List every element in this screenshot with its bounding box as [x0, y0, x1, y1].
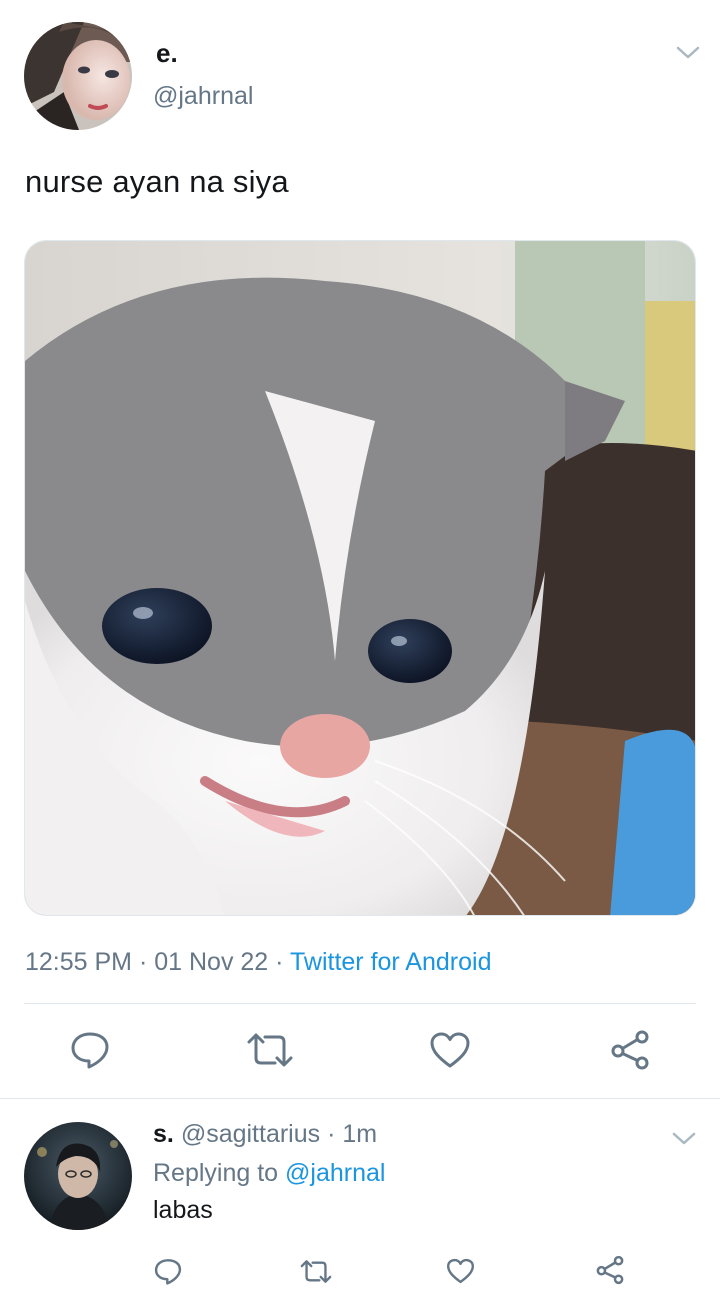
- like-button[interactable]: [427, 1028, 473, 1072]
- meta-separator: ·: [275, 948, 284, 976]
- tweet-date: 01 Nov 22: [154, 948, 269, 976]
- reply-header: s. @sagittarius · 1m: [153, 1120, 377, 1149]
- author-handle[interactable]: @jahrnal: [153, 82, 253, 111]
- retweet-icon: [247, 1033, 293, 1067]
- chevron-down-icon[interactable]: [675, 44, 701, 62]
- reply-retweet-button[interactable]: [296, 1254, 336, 1288]
- heart-icon: [446, 1258, 474, 1284]
- reply-icon: [154, 1258, 182, 1285]
- chevron-down-icon[interactable]: [671, 1130, 697, 1148]
- heart-icon: [430, 1032, 470, 1068]
- tweet-time: 12:55 PM: [25, 948, 133, 976]
- meta-separator: ·: [138, 948, 148, 976]
- tweet-text: nurse ayan na siya: [25, 164, 289, 199]
- replying-to-label: Replying to: [153, 1159, 279, 1187]
- author-avatar-image: [24, 22, 132, 130]
- author-display-name[interactable]: e.: [156, 38, 178, 69]
- retweet-icon: [300, 1259, 332, 1283]
- reply-timestamp: 1m: [342, 1120, 378, 1148]
- author-avatar[interactable]: [24, 22, 132, 130]
- reply-avatar-image: [24, 1122, 132, 1230]
- reply-text: labas: [153, 1196, 213, 1224]
- tweet-media-photo[interactable]: [24, 240, 696, 916]
- share-icon: [611, 1030, 649, 1070]
- retweet-button[interactable]: [244, 1028, 296, 1072]
- tweet-detail: e. @jahrnal nurse ayan na siya 12:55 PM …: [0, 0, 720, 1098]
- replying-to-line: Replying to @jahrnal: [153, 1159, 385, 1188]
- divider: [24, 1003, 696, 1004]
- replying-to-handle[interactable]: @jahrnal: [285, 1159, 385, 1187]
- reply-author-handle[interactable]: @sagittarius: [181, 1120, 320, 1148]
- reply-button[interactable]: [66, 1028, 114, 1072]
- reply-like-button[interactable]: [442, 1254, 478, 1288]
- tweet-metadata: 12:55 PM · 01 Nov 22 · Twitter for Andro…: [25, 948, 491, 977]
- share-button[interactable]: [606, 1028, 654, 1072]
- reply-icon: [71, 1032, 109, 1069]
- tweet-source-link[interactable]: Twitter for Android: [290, 948, 491, 976]
- meta-separator: ·: [327, 1120, 336, 1148]
- divider: [0, 1098, 720, 1099]
- reply-reply-button[interactable]: [150, 1254, 186, 1288]
- kitten-photo: [25, 241, 695, 915]
- share-icon: [596, 1255, 624, 1285]
- reply-author-name[interactable]: s.: [153, 1120, 174, 1148]
- reply-share-button[interactable]: [592, 1252, 628, 1288]
- reply-author-avatar[interactable]: [24, 1122, 132, 1230]
